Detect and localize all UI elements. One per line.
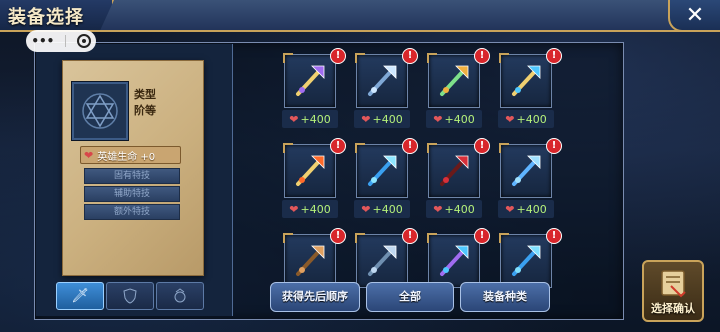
equipment-bonus: ❤ +400: [282, 200, 338, 218]
equipment-slot-frame: [427, 233, 480, 288]
new-item-alert-badge: !: [546, 48, 562, 64]
heart-icon: ❤: [433, 112, 443, 126]
equipment-card[interactable]: ! ❤ +400: [354, 48, 418, 132]
close-x-icon: ✕: [685, 2, 705, 28]
equipment-bonus-value: +400: [444, 112, 475, 126]
equipment-bonus-value: +400: [300, 112, 331, 126]
new-item-alert-badge: !: [330, 228, 346, 244]
heart-icon: ❤: [505, 202, 515, 216]
equipment-card[interactable]: ! ❤ +400: [426, 48, 490, 132]
equipment-slot-frame: [283, 53, 336, 108]
equipment-card[interactable]: ! ❤ +400: [498, 138, 562, 222]
steel-axe-icon: [368, 245, 397, 276]
skill-slot-support[interactable]: 辅助特技: [84, 186, 180, 202]
equipment-bonus-value: +400: [516, 112, 547, 126]
equipment-bonus: ❤ +400: [354, 110, 410, 128]
equipment-bonus-value: +400: [444, 202, 475, 216]
heart-icon: ❤: [361, 202, 371, 216]
heart-icon: ❤: [433, 202, 443, 216]
hero-type-label: 类型: [134, 88, 156, 101]
equipment-bonus-value: +400: [300, 202, 331, 216]
flame-blade-icon: [296, 155, 325, 186]
close-button[interactable]: ✕: [668, 0, 720, 32]
new-item-alert-badge: !: [546, 138, 562, 154]
equipment-card[interactable]: ! ❤ +400: [426, 138, 490, 222]
confirm-selection-label: 选择确认: [651, 302, 695, 315]
accessory-icon: [174, 288, 186, 303]
new-item-alert-badge: !: [474, 138, 490, 154]
azure-blade-icon: [440, 245, 469, 276]
skill-slot-extra[interactable]: 额外特技: [84, 204, 180, 220]
target-circle-icon[interactable]: [76, 34, 91, 48]
sword-icon: 🗡: [71, 288, 89, 304]
equipment-slot-frame: [499, 53, 552, 108]
new-item-alert-badge: !: [402, 228, 418, 244]
crystal-mace-icon: [512, 65, 541, 96]
confirm-selection-button[interactable]: 选择确认: [642, 260, 704, 322]
sort-acquired-button[interactable]: 获得先后顺序: [270, 282, 360, 312]
shield-icon: [123, 288, 137, 304]
new-item-alert-badge: !: [546, 228, 562, 244]
equipment-bonus: ❤ +400: [282, 110, 338, 128]
ice-sword-icon: [368, 155, 397, 186]
equipment-bonus-value: +400: [372, 202, 403, 216]
skill-slot-innate[interactable]: 固有特技: [84, 168, 180, 184]
lightning-sword-icon: [512, 155, 541, 186]
heart-icon: ❤: [289, 112, 299, 126]
equipment-slot-frame: [355, 143, 408, 198]
blue-hammer-icon: [368, 65, 397, 96]
fire-sword-icon: [440, 65, 469, 96]
new-item-alert-badge: !: [402, 48, 418, 64]
equipment-slot-frame: [283, 233, 336, 288]
capsule-divider: [65, 35, 66, 47]
equipment-card[interactable]: ! ❤ +400: [354, 138, 418, 222]
equipment-slot-frame: [499, 233, 552, 288]
filter-armor-button[interactable]: [106, 282, 154, 310]
new-item-alert-badge: !: [402, 138, 418, 154]
equipment-bonus-value: +400: [516, 202, 547, 216]
red-scythe-icon: [440, 155, 469, 186]
hero-life-stat-label: 英雄生命 +0: [97, 151, 156, 163]
scroll-confirm-icon: [661, 270, 686, 298]
hexagram-emblem-icon: [82, 93, 118, 129]
more-dots-icon[interactable]: •••: [31, 35, 54, 47]
equipment-slot-frame: [355, 233, 408, 288]
filter-accessory-button[interactable]: [156, 282, 204, 310]
bronze-staff-icon: [296, 245, 325, 276]
new-item-alert-badge: !: [474, 48, 490, 64]
equipment-slot-frame: [283, 143, 336, 198]
equipment-slot-frame: [427, 53, 480, 108]
equipment-slot-frame: [355, 53, 408, 108]
equipment-bonus: ❤ +400: [498, 200, 554, 218]
equipment-bonus: ❤ +400: [426, 200, 482, 218]
hero-life-stat: ❤ 英雄生命 +0: [80, 146, 181, 164]
filter-weapon-button[interactable]: 🗡: [56, 282, 104, 310]
heart-icon: ❤: [289, 202, 299, 216]
equipment-type-button[interactable]: 装备种类: [460, 282, 550, 312]
filter-all-button[interactable]: 全部: [366, 282, 454, 312]
page-title: 装备选择: [8, 7, 84, 28]
new-item-alert-badge: !: [474, 228, 490, 244]
equipment-card[interactable]: ! ❤ +400: [282, 48, 346, 132]
equipment-bonus: ❤ +400: [354, 200, 410, 218]
equipment-slot-frame: [427, 143, 480, 198]
storm-sword-icon: [512, 245, 541, 276]
equipment-bonus-value: +400: [372, 112, 403, 126]
equipment-bonus: ❤ +400: [498, 110, 554, 128]
equipment-filter-bar: 🗡: [56, 282, 206, 310]
equipment-card[interactable]: ! ❤ +400: [498, 48, 562, 132]
heart-icon: ❤: [505, 112, 515, 126]
equipment-bonus: ❤ +400: [426, 110, 482, 128]
new-item-alert-badge: !: [330, 138, 346, 154]
equipment-card[interactable]: ! ❤ +400: [282, 138, 346, 222]
heart-icon: ❤: [84, 148, 94, 162]
mini-program-capsule: •••: [26, 30, 96, 52]
new-item-alert-badge: !: [330, 48, 346, 64]
purple-axe-icon: [296, 65, 325, 96]
equipment-slot-frame: [499, 143, 552, 198]
hero-rank-label: 阶等: [134, 104, 156, 117]
title-bar: 装备选择 ✕: [0, 0, 720, 32]
heart-icon: ❤: [361, 112, 371, 126]
hero-portrait: [72, 82, 128, 140]
